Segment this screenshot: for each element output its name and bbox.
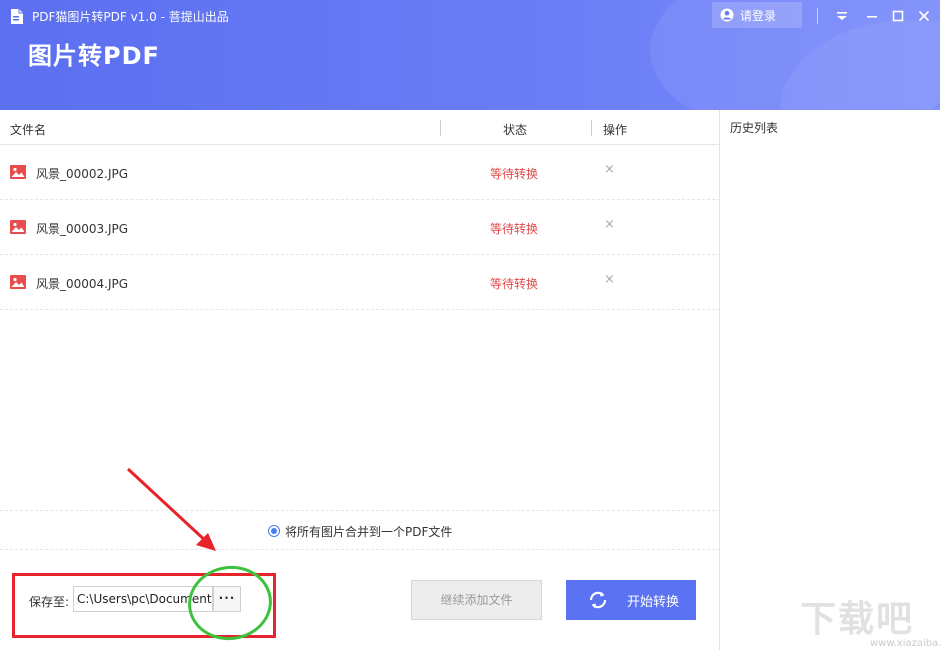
history-panel: 历史列表	[721, 110, 940, 650]
app-title: PDF猫图片转PDF v1.0 - 菩提山出品	[32, 10, 229, 24]
column-filename: 文件名	[10, 123, 47, 137]
close-icon[interactable]	[916, 8, 932, 24]
remove-file-button[interactable]: ×	[604, 272, 615, 287]
watermark: 下载吧 www.xiazaiba.com	[800, 590, 940, 650]
watermark-text: 下载吧	[800, 599, 915, 640]
image-file-icon	[10, 220, 26, 234]
image-file-icon	[10, 275, 26, 289]
merge-option: 将所有图片合并到一个PDF文件	[0, 510, 720, 550]
title-bar: PDF猫图片转PDF v1.0 - 菩提山出品 图片转PDF 请登录	[0, 0, 940, 110]
page-title: 图片转PDF	[28, 42, 160, 70]
menu-dropdown-icon[interactable]	[834, 8, 850, 24]
file-status: 等待转换	[490, 167, 539, 181]
file-list-panel: 文件名 状态 操作 风景_00002.JPG 等待转换 × 风景_00003.J…	[0, 110, 720, 650]
add-files-button[interactable]: 继续添加文件	[411, 580, 542, 620]
merge-label[interactable]: 将所有图片合并到一个PDF文件	[285, 523, 452, 540]
start-convert-button[interactable]: 开始转换	[566, 580, 696, 620]
remove-file-button[interactable]: ×	[604, 217, 615, 232]
start-label: 开始转换	[627, 594, 680, 610]
file-name: 风景_00004.JPG	[36, 277, 129, 291]
table-header: 文件名 状态 操作	[0, 110, 720, 145]
login-label: 请登录	[740, 8, 777, 23]
pointer-arrow	[126, 467, 216, 551]
remove-file-button[interactable]: ×	[604, 162, 615, 177]
table-row[interactable]: 风景_00004.JPG 等待转换 ×	[0, 255, 720, 310]
app-icon	[11, 9, 23, 24]
file-status: 等待转换	[490, 222, 539, 236]
column-action: 操作	[603, 123, 628, 137]
column-status: 状态	[503, 123, 528, 137]
table-row[interactable]: 风景_00003.JPG 等待转换 ×	[0, 200, 720, 255]
history-title: 历史列表	[730, 121, 779, 135]
refresh-icon	[589, 591, 607, 609]
user-icon	[720, 8, 734, 22]
login-button[interactable]: 请登录	[712, 2, 802, 28]
table-row[interactable]: 风景_00002.JPG 等待转换 ×	[0, 145, 720, 200]
file-name: 风景_00002.JPG	[36, 167, 129, 181]
watermark-url: www.xiazaiba.com	[870, 638, 940, 649]
file-status: 等待转换	[490, 277, 539, 291]
minimize-icon[interactable]	[864, 8, 880, 24]
merge-radio[interactable]	[268, 525, 280, 537]
image-file-icon	[10, 165, 26, 179]
maximize-icon[interactable]	[890, 8, 906, 24]
file-name: 风景_00003.JPG	[36, 222, 129, 236]
